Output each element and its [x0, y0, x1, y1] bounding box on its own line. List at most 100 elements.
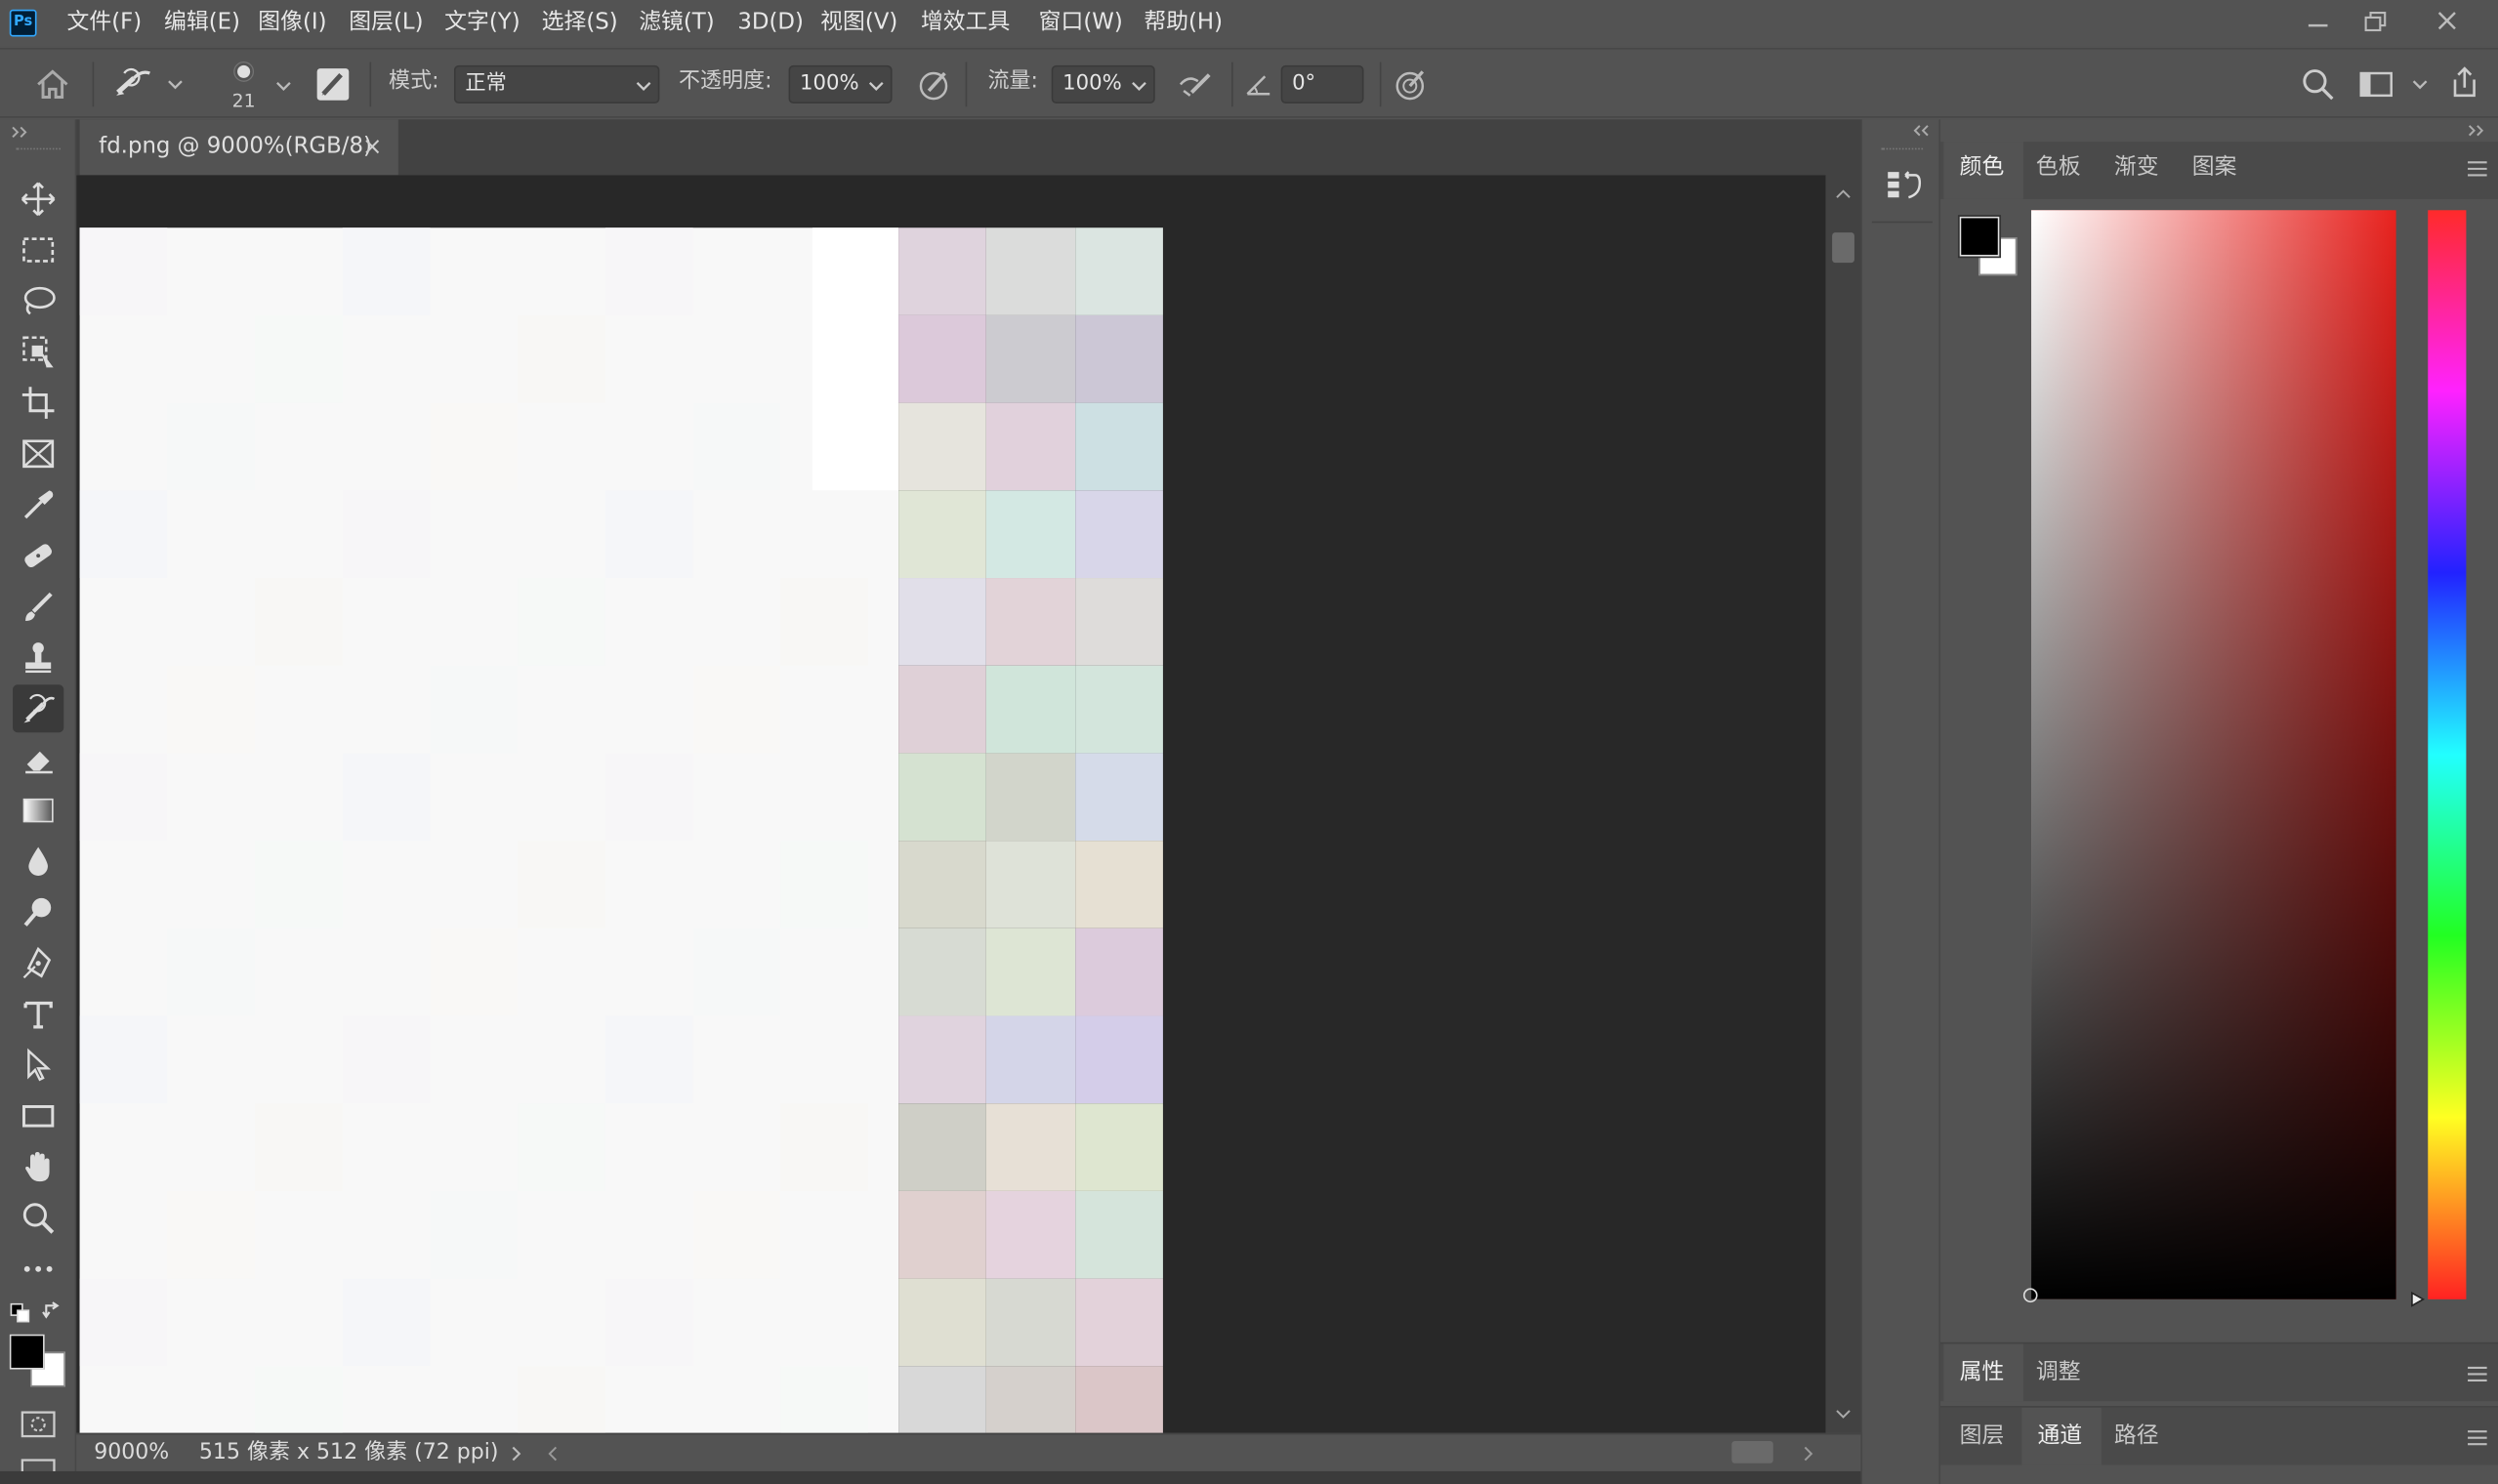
clone-stamp-tool[interactable]: [13, 634, 63, 681]
home-button[interactable]: [32, 65, 73, 103]
menu-file[interactable]: 文件(F): [67, 8, 143, 36]
dodge-tool[interactable]: [13, 888, 63, 936]
chevron-down-icon: [636, 81, 651, 91]
image-pixel-cell: [898, 928, 986, 1016]
swap-colors-icon[interactable]: [41, 1300, 63, 1323]
chevron-down-icon[interactable]: [274, 76, 294, 96]
vertical-scroll-thumb[interactable]: [1832, 232, 1854, 264]
scroll-down-icon[interactable]: [1835, 1408, 1851, 1421]
color-panel-tabs: 颜色 色板 渐变 图案: [1940, 142, 2498, 199]
brush-tool[interactable]: [13, 583, 63, 631]
brush-size-picker[interactable]: 21: [220, 58, 268, 115]
tab-channels[interactable]: 通道: [2038, 1422, 2083, 1450]
workspace-button[interactable]: [2356, 65, 2433, 103]
minimize-button[interactable]: [2297, 3, 2338, 41]
panel-foreground-swatch[interactable]: [1957, 215, 2002, 259]
eraser-tool[interactable]: [13, 735, 63, 783]
brush-panel-toggle[interactable]: [313, 65, 352, 103]
history-panel-button[interactable]: [1882, 164, 1927, 209]
menu-help[interactable]: 帮助(H): [1144, 8, 1223, 36]
gradient-tool[interactable]: [13, 787, 63, 835]
expand-chevron-icon[interactable]: [1910, 123, 1933, 139]
tab-swatches[interactable]: 色板: [2036, 153, 2081, 182]
separator: [369, 62, 372, 107]
tab-patterns[interactable]: 图案: [2192, 153, 2237, 182]
airbrush-toggle[interactable]: [1176, 65, 1217, 103]
document-tab[interactable]: fd.png @ 9000%(RGB/8) ×: [79, 119, 398, 176]
menu-select[interactable]: 选择(S): [542, 8, 618, 36]
tab-adjustments[interactable]: 调整: [2036, 1358, 2081, 1386]
chevron-down-icon[interactable]: [866, 76, 886, 96]
healing-brush-tool[interactable]: [13, 532, 63, 580]
rectangle-tool[interactable]: [13, 1092, 63, 1140]
vertical-scrollbar[interactable]: [1825, 175, 1861, 1433]
hue-slider[interactable]: [2428, 210, 2467, 1299]
collapse-panels-icon[interactable]: [2466, 123, 2488, 139]
more-tools[interactable]: [13, 1245, 63, 1293]
photoshop-window: Ps 文件(F) 编辑(E) 图像(I) 图层(L) 文字(Y) 选择(S) 滤…: [0, 0, 2498, 1484]
chevron-right-icon[interactable]: [510, 1444, 522, 1463]
path-select-tool[interactable]: [13, 1042, 63, 1090]
tool-preset-picker[interactable]: [111, 63, 191, 104]
tab-gradients[interactable]: 渐变: [2114, 153, 2159, 182]
mode-select[interactable]: 正常: [453, 64, 660, 104]
restore-button[interactable]: [2354, 3, 2395, 41]
search-button[interactable]: [2299, 65, 2337, 103]
menu-type[interactable]: 文字(Y): [444, 8, 520, 36]
canvas-area[interactable]: [76, 175, 1826, 1433]
menu-plugins[interactable]: 增效工具: [921, 8, 1010, 36]
zoom-tool[interactable]: [13, 1194, 63, 1242]
panel-menu-icon[interactable]: [2466, 1430, 2488, 1446]
collapse-chevron-icon[interactable]: [10, 124, 32, 140]
menu-view[interactable]: 视图(V): [820, 8, 897, 36]
tab-properties[interactable]: 属性: [1960, 1358, 2005, 1386]
image-canvas-light-region[interactable]: [79, 227, 899, 1433]
panel-menu-icon[interactable]: [2466, 161, 2488, 177]
tab-paths[interactable]: 路径: [2114, 1422, 2159, 1450]
marquee-tool[interactable]: [13, 227, 63, 274]
pen-tool[interactable]: [13, 939, 63, 987]
lasso-tool[interactable]: [13, 277, 63, 325]
menu-edit[interactable]: 编辑(E): [164, 8, 240, 36]
panel-menu-icon[interactable]: [2466, 1366, 2488, 1382]
menu-3d[interactable]: 3D(D): [737, 8, 804, 36]
image-pixel-cell: [898, 402, 986, 491]
share-button[interactable]: [2445, 63, 2483, 102]
eyedropper-tool[interactable]: [13, 481, 63, 529]
color-saturation-value-field[interactable]: [2022, 210, 2396, 1303]
history-brush-tool[interactable]: [13, 684, 64, 733]
zoom-level[interactable]: 9000%: [94, 1434, 169, 1469]
menu-window[interactable]: 窗口(W): [1039, 8, 1123, 36]
angle-field[interactable]: 0°: [1280, 64, 1364, 104]
scroll-right-icon[interactable]: [1802, 1444, 1814, 1463]
flow-field[interactable]: 100%: [1051, 64, 1155, 104]
quick-mask-icon[interactable]: [21, 1411, 56, 1439]
pressure-size-toggle[interactable]: [1391, 65, 1429, 103]
menu-filter[interactable]: 滤镜(T): [639, 8, 714, 36]
scroll-up-icon[interactable]: [1835, 187, 1851, 200]
image-pixel-grid[interactable]: [898, 227, 1163, 1433]
opacity-field[interactable]: 100%: [788, 64, 893, 104]
close-window-button[interactable]: [2427, 3, 2468, 41]
horizontal-scroll-thumb[interactable]: [1731, 1440, 1773, 1463]
close-tab-icon[interactable]: ×: [362, 119, 383, 175]
menu-layer[interactable]: 图层(L): [349, 8, 423, 36]
blur-tool[interactable]: [13, 838, 63, 886]
scroll-left-icon[interactable]: [547, 1444, 560, 1463]
hue-slider-handle-icon[interactable]: [2409, 1290, 2429, 1309]
foreground-color-swatch[interactable]: [9, 1334, 45, 1370]
hand-tool[interactable]: [13, 1143, 63, 1191]
pressure-opacity-toggle[interactable]: [914, 65, 952, 103]
tab-color[interactable]: 颜色: [1960, 153, 2005, 182]
type-tool[interactable]: [13, 990, 63, 1038]
chevron-down-icon[interactable]: [1130, 76, 1149, 96]
object-select-tool[interactable]: [13, 328, 63, 376]
menu-image[interactable]: 图像(I): [258, 8, 326, 36]
crop-tool[interactable]: [13, 379, 63, 427]
default-colors-icon[interactable]: [10, 1302, 32, 1325]
color-picker-cursor[interactable]: [2022, 1288, 2038, 1303]
type-icon: [23, 1001, 53, 1029]
tab-layers[interactable]: 图层: [1960, 1422, 2005, 1450]
frame-tool[interactable]: [13, 430, 63, 477]
move-tool[interactable]: [13, 175, 63, 223]
